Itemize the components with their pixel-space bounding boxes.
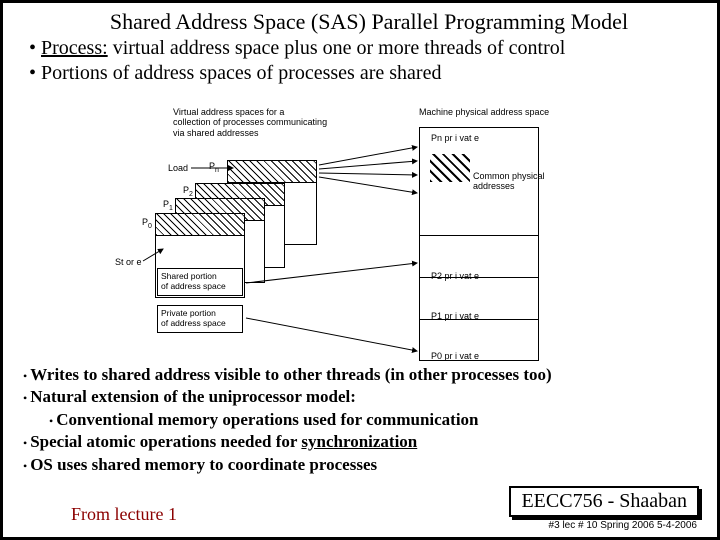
slide-title: Shared Address Space (SAS) Parallel Prog…: [51, 9, 687, 35]
from-lecture-label: From lecture 1: [71, 504, 177, 525]
top-bullet-1: Process: virtual address space plus one …: [29, 37, 697, 60]
pn-label: Pn: [209, 161, 219, 175]
store-label: St or e: [115, 257, 142, 267]
process-word: Process:: [41, 37, 108, 59]
bb-2: Natural extension of the uniprocessor mo…: [23, 387, 697, 407]
private-portion-label: Private portion of address space: [157, 305, 243, 333]
hatch-pn: [228, 161, 316, 183]
bottom-bullets: Writes to shared address visible to othe…: [23, 365, 697, 477]
common-phys-label: Common physical addresses: [473, 171, 553, 192]
p0-label: P0: [142, 217, 152, 231]
footer-meta: #3 lec # 10 Spring 2006 5-4-2006: [549, 520, 697, 531]
diagram-arrows: [3, 103, 720, 363]
physical-space-box: [419, 127, 539, 361]
top-bullet-list: Process: virtual address space plus one …: [29, 37, 697, 85]
shared-portion-label: Shared portion of address space: [157, 268, 243, 296]
load-label: Load: [168, 163, 188, 173]
bb-4: Special atomic operations needed for syn…: [23, 432, 697, 452]
p0-private: P0 pr i vat e: [431, 351, 479, 361]
hatch-p0: [156, 214, 244, 236]
bb-3: Conventional memory operations used for …: [49, 410, 697, 430]
slide-frame: Shared Address Space (SAS) Parallel Prog…: [0, 0, 720, 540]
pn-private: Pn pr i vat e: [431, 133, 479, 143]
vas-caption: Virtual address spaces for a collection …: [173, 107, 363, 138]
sync-word: synchronization: [301, 432, 417, 451]
p2-private: P2 pr i vat e: [431, 271, 479, 281]
footer-course-box: EECC756 - Shaaban: [509, 486, 699, 517]
machine-caption: Machine physical address space: [419, 107, 549, 117]
p1-private: P1 pr i vat e: [431, 311, 479, 321]
top-bullet-2: Portions of address spaces of processes …: [29, 62, 697, 85]
bb-1: Writes to shared address visible to othe…: [23, 365, 697, 385]
p2-label: P2: [183, 185, 193, 199]
bb-5: OS uses shared memory to coordinate proc…: [23, 455, 697, 475]
p1-label: P1: [163, 199, 173, 213]
sas-diagram: Virtual address spaces for a collection …: [3, 103, 720, 363]
